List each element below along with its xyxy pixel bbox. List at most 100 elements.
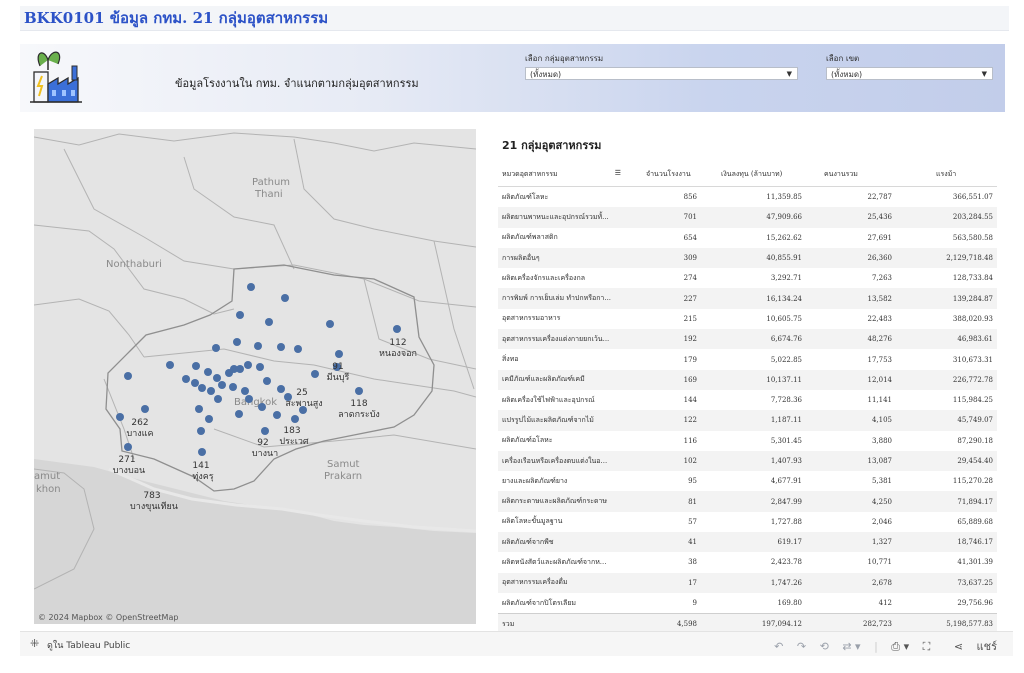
callout-district: บางแค xyxy=(127,429,154,439)
factory-district-dot[interactable] xyxy=(141,405,149,413)
factory-district-dot[interactable] xyxy=(236,311,244,319)
factory-district-dot[interactable] xyxy=(277,343,285,351)
table-row[interactable]: ผลิตเครื่องใช้ไฟฟ้าและอุปกรณ์ 144 7,728.36… xyxy=(498,390,997,410)
factory-district-dot[interactable] xyxy=(393,325,401,333)
table-row[interactable]: ผลิตภัณฑ์จากพืช 41 619.17 1,327 18,746.17 xyxy=(498,532,997,553)
factory-district-dot[interactable] xyxy=(263,377,271,385)
factory-district-dot[interactable] xyxy=(229,383,237,391)
factory-district-dot[interactable] xyxy=(214,395,222,403)
factory-district-dot[interactable] xyxy=(326,320,334,328)
undo-icon[interactable]: ↶ xyxy=(774,640,783,653)
table-row[interactable]: การผลิตอื่นๆ 309 40,855.91 26,360 2,129,718.… xyxy=(498,247,997,269)
table-row[interactable]: สิ่งทอ 179 5,022.85 17,753 310,673.31 xyxy=(498,349,997,369)
factory-district-dot[interactable] xyxy=(182,375,190,383)
factory-district-dot[interactable] xyxy=(198,448,206,456)
table-row[interactable]: ผลิตกระดาษและผลิตภัณฑ์กระดาษ 81 2,847.99 4,… xyxy=(498,491,997,512)
factory-district-dot[interactable] xyxy=(197,427,205,435)
table-row[interactable]: ผลิตภัณฑ์โลหะ 856 11,359.85 22,787 366,551.0… xyxy=(498,187,997,208)
callout-district: ทุ่งครุ xyxy=(192,472,213,482)
factory-district-dot[interactable] xyxy=(294,345,302,353)
table-row[interactable]: ผลิตภัณฑ์พลาสติก 654 15,262.62 27,691 563,58… xyxy=(498,228,997,248)
factory-district-dot[interactable] xyxy=(205,415,213,423)
factory-district-dot[interactable] xyxy=(258,403,266,411)
cell-value: 388,020.93 xyxy=(952,314,993,323)
factory-district-dot[interactable] xyxy=(355,387,363,395)
cell-value: 10,771 xyxy=(867,558,893,567)
table-row[interactable]: ยางและผลิตภัณฑ์ยาง 95 4,677.91 5,381 115,270… xyxy=(498,471,997,491)
factory-district-dot[interactable] xyxy=(233,338,241,346)
factory-district-dot[interactable] xyxy=(245,395,253,403)
cell-industry: ผลิตกระดาษและผลิตภัณฑ์กระดาษ xyxy=(498,491,628,512)
cell-industry: ผลิตยานพาหนะและอุปกรณ์รวมทั้... xyxy=(498,207,628,228)
table-row[interactable]: ผลิตเครื่องจักรและเครื่องกล 274 3,292.71 7,… xyxy=(498,268,997,288)
factory-district-dot[interactable] xyxy=(213,374,221,382)
factory-district-dot[interactable] xyxy=(204,368,212,376)
cell-value: 2,678 xyxy=(806,572,896,593)
map-attribution[interactable]: © 2024 Mapbox © OpenStreetMap xyxy=(38,613,178,622)
cell-value: 71,894.17 xyxy=(896,491,997,512)
factory-district-dot[interactable] xyxy=(124,443,132,451)
table-row[interactable]: เครื่องเรือนหรือเครื่องตบแต่งในอ... 102 1,… xyxy=(498,450,997,472)
factory-district-dot[interactable] xyxy=(191,379,199,387)
revert-icon[interactable]: ⟲ xyxy=(820,640,829,653)
table-row[interactable]: อุตสาหกรรมเครื่องแต่งกายยกเว้น... 192 6,67… xyxy=(498,329,997,350)
tableau-toolbar: ⁜ ดูใน Tableau Public ↶ ↷ ⟲ ⇄ ▾ | ⎙ ▾ ⛶ … xyxy=(20,631,1013,656)
table-row[interactable]: แปรรูปไม้และผลิตภัณฑ์จากไม้ 122 1,187.11 4,… xyxy=(498,410,997,431)
cell-value: 115,270.28 xyxy=(952,477,993,486)
factory-district-dot[interactable] xyxy=(281,294,289,302)
redo-icon[interactable]: ↷ xyxy=(797,640,806,653)
factory-district-dot[interactable] xyxy=(311,370,319,378)
download-icon[interactable]: ⎙ ▾ xyxy=(891,640,909,653)
table-row[interactable]: เคมีภัณฑ์และผลิตภัณฑ์เคมี 169 10,137.11 12,… xyxy=(498,369,997,390)
cell-industry: อุตสาหกรรมอาหาร xyxy=(502,314,561,323)
cell-value: 7,728.36 xyxy=(770,396,802,405)
factory-district-dot[interactable] xyxy=(166,361,174,369)
cell-value: 1,747.26 xyxy=(701,572,806,593)
cell-value: 102 xyxy=(628,450,701,472)
factory-district-dot[interactable] xyxy=(124,372,132,380)
district-select[interactable]: (ทั้งหมด) ▼ xyxy=(826,67,993,80)
factory-district-dot[interactable] xyxy=(277,385,285,393)
table-row[interactable]: ผลิตโลหะขั้นมูลฐาน 57 1,727.88 2,046 65,889.… xyxy=(498,512,997,532)
refresh-icon[interactable]: ⇄ ▾ xyxy=(842,640,860,653)
table-row[interactable]: ผลิตหนังสัตว์และผลิตภัณฑ์จากห... 38 2,423.… xyxy=(498,552,997,572)
factory-district-dot[interactable] xyxy=(291,415,299,423)
fullscreen-icon[interactable]: ⛶ xyxy=(923,640,931,653)
factory-district-dot[interactable] xyxy=(256,363,264,371)
factory-district-dot[interactable] xyxy=(230,365,238,373)
factory-district-dot[interactable] xyxy=(198,384,206,392)
table-row[interactable]: การพิมพ์ การเย็บเล่ม ทำปกหรือกา... 227 16,… xyxy=(498,288,997,309)
factory-district-dot[interactable] xyxy=(241,387,249,395)
table-row[interactable]: ผลิตภัณฑ์อโลหะ 116 5,301.45 3,880 87,290.18 xyxy=(498,431,997,451)
header-industry[interactable]: หมวดอุตสาหกรรม ☰ xyxy=(498,162,628,187)
factory-district-dot[interactable] xyxy=(212,344,220,352)
industry-group-select[interactable]: (ทั้งหมด) ▼ xyxy=(525,67,798,80)
factory-district-dot[interactable] xyxy=(192,362,200,370)
cell-value: 274 xyxy=(683,274,697,283)
factory-district-dot[interactable] xyxy=(195,405,203,413)
factory-district-dot[interactable] xyxy=(335,350,343,358)
factory-district-dot[interactable] xyxy=(116,413,124,421)
header-horsepower: แรงม้า xyxy=(896,162,997,187)
factory-district-dot[interactable] xyxy=(218,381,226,389)
factory-district-dot[interactable] xyxy=(265,318,273,326)
table-row[interactable]: ผลิตภัณฑ์จากปิโตรเลียม 9 169.80 412 29,756.9… xyxy=(498,593,997,614)
cell-industry: ผลิตเครื่องจักรและเครื่องกล xyxy=(502,273,586,282)
table-row[interactable]: อุตสาหกรรมอาหาร 215 10,605.75 22,483 388,020… xyxy=(498,309,997,329)
share-button[interactable]: ⋖ แชร์ xyxy=(944,640,997,653)
factory-district-dot[interactable] xyxy=(254,342,262,350)
factory-district-dot[interactable] xyxy=(261,427,269,435)
factory-district-dot[interactable] xyxy=(244,361,252,369)
view-on-tableau-link[interactable]: ดูใน Tableau Public xyxy=(47,638,130,652)
page-title: BKK0101 ข้อมูล กทม. 21 กลุ่มอุตสาหกรรม xyxy=(24,9,329,27)
banner-subtitle: ข้อมูลโรงงานใน กทม. จำแนกตามกลุ่มอุตสาหก… xyxy=(175,77,419,90)
sort-icon[interactable]: ☰ xyxy=(615,169,621,177)
table-row[interactable]: อุตสาหกรรมเครื่องดื่ม 17 1,747.26 2,678 73,6… xyxy=(498,572,997,593)
factory-map[interactable]: Pathum Thani Nonthaburi Bangkok Samut Pr… xyxy=(34,129,476,624)
factory-district-dot[interactable] xyxy=(235,410,243,418)
callout-district: บางขุนเทียน xyxy=(130,501,178,512)
factory-district-dot[interactable] xyxy=(207,387,215,395)
table-row[interactable]: ผลิตยานพาหนะและอุปกรณ์รวมทั้... 701 47,909… xyxy=(498,207,997,228)
factory-district-dot[interactable] xyxy=(247,283,255,291)
factory-district-dot[interactable] xyxy=(273,411,281,419)
